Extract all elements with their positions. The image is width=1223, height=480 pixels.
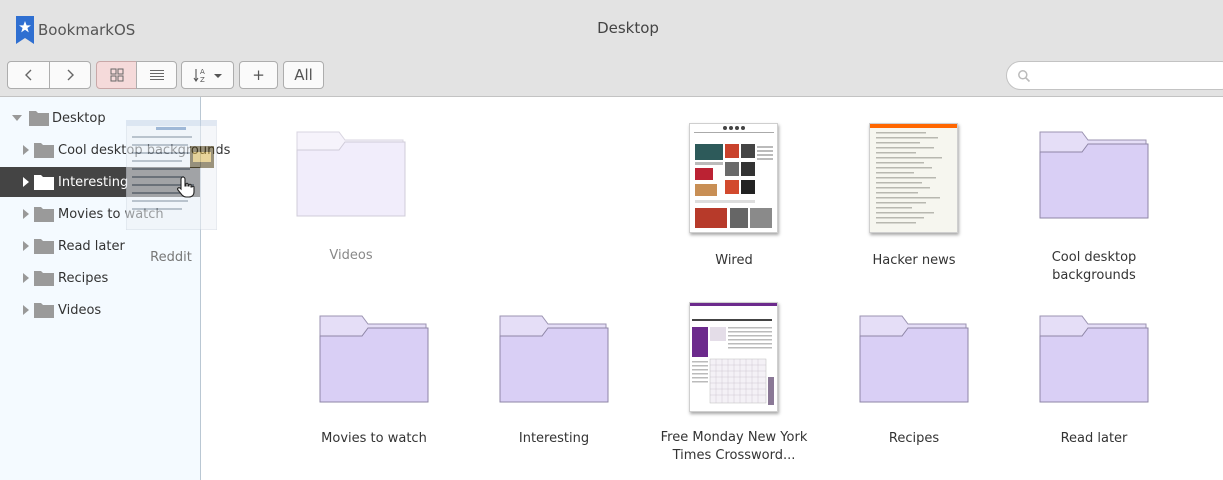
sidebar-item-label: Interesting — [58, 174, 129, 190]
webpage-preview-icon — [690, 303, 777, 411]
grid-item-label: Hacker news — [872, 253, 956, 268]
expand-right-icon[interactable] — [20, 176, 32, 188]
sidebar-item-label: Read later — [58, 238, 125, 254]
grid-item-folder-read-later[interactable]: Read later — [1009, 311, 1179, 451]
folder-icon — [1039, 315, 1149, 403]
toolbar: A Z + All — [0, 57, 1223, 97]
svg-text:Z: Z — [200, 76, 205, 83]
search-icon — [1018, 70, 1031, 83]
svg-text:A: A — [200, 68, 205, 76]
drag-preview — [125, 119, 218, 231]
folder-icon — [34, 175, 54, 190]
grid-item-label: Cool desktop backgrounds — [1051, 250, 1137, 283]
drag-preview-label: Reddit — [150, 250, 192, 265]
expand-right-icon[interactable] — [20, 144, 32, 156]
bookmark-grid: Videos Wired Hacker news Cool desktop ba… — [201, 97, 1223, 480]
sidebar-item-label: Desktop — [52, 110, 106, 126]
folder-icon — [319, 315, 429, 403]
folder-icon — [34, 303, 54, 318]
add-button[interactable]: + — [239, 61, 278, 89]
folder-icon — [34, 143, 54, 158]
all-button[interactable]: All — [283, 61, 324, 89]
folder-icon — [1039, 131, 1149, 219]
grid-item-label: Movies to watch — [321, 431, 427, 446]
grid-item-folder-cool-desktop-backgrounds[interactable]: Cool desktop backgrounds — [1009, 127, 1179, 287]
grid-item-label: Recipes — [888, 431, 940, 446]
grid-item-folder-videos[interactable]: Videos — [266, 127, 436, 267]
sidebar-item-label: Recipes — [58, 270, 109, 286]
expand-right-icon[interactable] — [20, 272, 32, 284]
grid-item-folder-movies-to-watch[interactable]: Movies to watch — [289, 311, 459, 451]
folder-icon — [34, 271, 54, 286]
chevron-left-icon — [24, 69, 31, 81]
list-view-button[interactable] — [136, 61, 177, 89]
hand-cursor-icon — [177, 176, 195, 198]
grid-view-button[interactable] — [96, 61, 137, 89]
back-button[interactable] — [7, 61, 50, 89]
grid-item-bookmark-nyt-crossword[interactable]: Free Monday New York Times Crossword... — [649, 302, 819, 472]
expand-right-icon[interactable] — [20, 240, 32, 252]
webpage-preview-icon — [125, 119, 218, 231]
page-thumbnail — [689, 302, 778, 412]
page-thumbnail — [869, 123, 958, 233]
grid-item-folder-recipes[interactable]: Recipes — [829, 311, 999, 451]
webpage-preview-icon — [690, 124, 777, 232]
grid-item-label: Interesting — [518, 431, 590, 446]
grid-item-label: Read later — [1060, 431, 1128, 446]
folder-icon — [34, 207, 54, 222]
sort-az-icon: A Z — [193, 68, 222, 83]
folder-icon — [499, 315, 609, 403]
chevron-right-icon — [67, 69, 74, 81]
forward-button[interactable] — [49, 61, 91, 89]
sidebar-item-videos[interactable]: Videos — [0, 295, 200, 325]
page-thumbnail — [689, 123, 778, 233]
grid-item-label: Free Monday New York Times Crossword... — [660, 430, 808, 463]
folder-icon — [296, 131, 406, 217]
search-input[interactable] — [1037, 65, 1217, 87]
webpage-preview-icon — [870, 124, 957, 232]
list-icon — [149, 69, 164, 81]
sidebar-item-recipes[interactable]: Recipes — [0, 263, 200, 293]
title-bar: BookmarkOS Desktop — [0, 0, 1223, 57]
grid-icon — [110, 68, 123, 82]
search-box[interactable] — [1006, 61, 1223, 90]
sort-button[interactable]: A Z — [181, 61, 234, 89]
sidebar-item-label: Videos — [58, 302, 102, 318]
folder-icon — [34, 239, 54, 254]
folder-icon — [859, 315, 969, 403]
grid-item-label: Videos — [329, 248, 373, 263]
grid-item-bookmark-hacker-news[interactable]: Hacker news — [829, 122, 999, 272]
grid-item-bookmark-wired[interactable]: Wired — [649, 122, 819, 272]
folder-icon — [29, 111, 49, 126]
grid-item-label: Wired — [715, 253, 753, 268]
expand-right-icon[interactable] — [20, 304, 32, 316]
window-title: Desktop — [597, 19, 659, 37]
expand-down-icon[interactable] — [11, 112, 23, 124]
expand-right-icon[interactable] — [20, 208, 32, 220]
grid-item-folder-interesting[interactable]: Interesting — [469, 311, 639, 451]
